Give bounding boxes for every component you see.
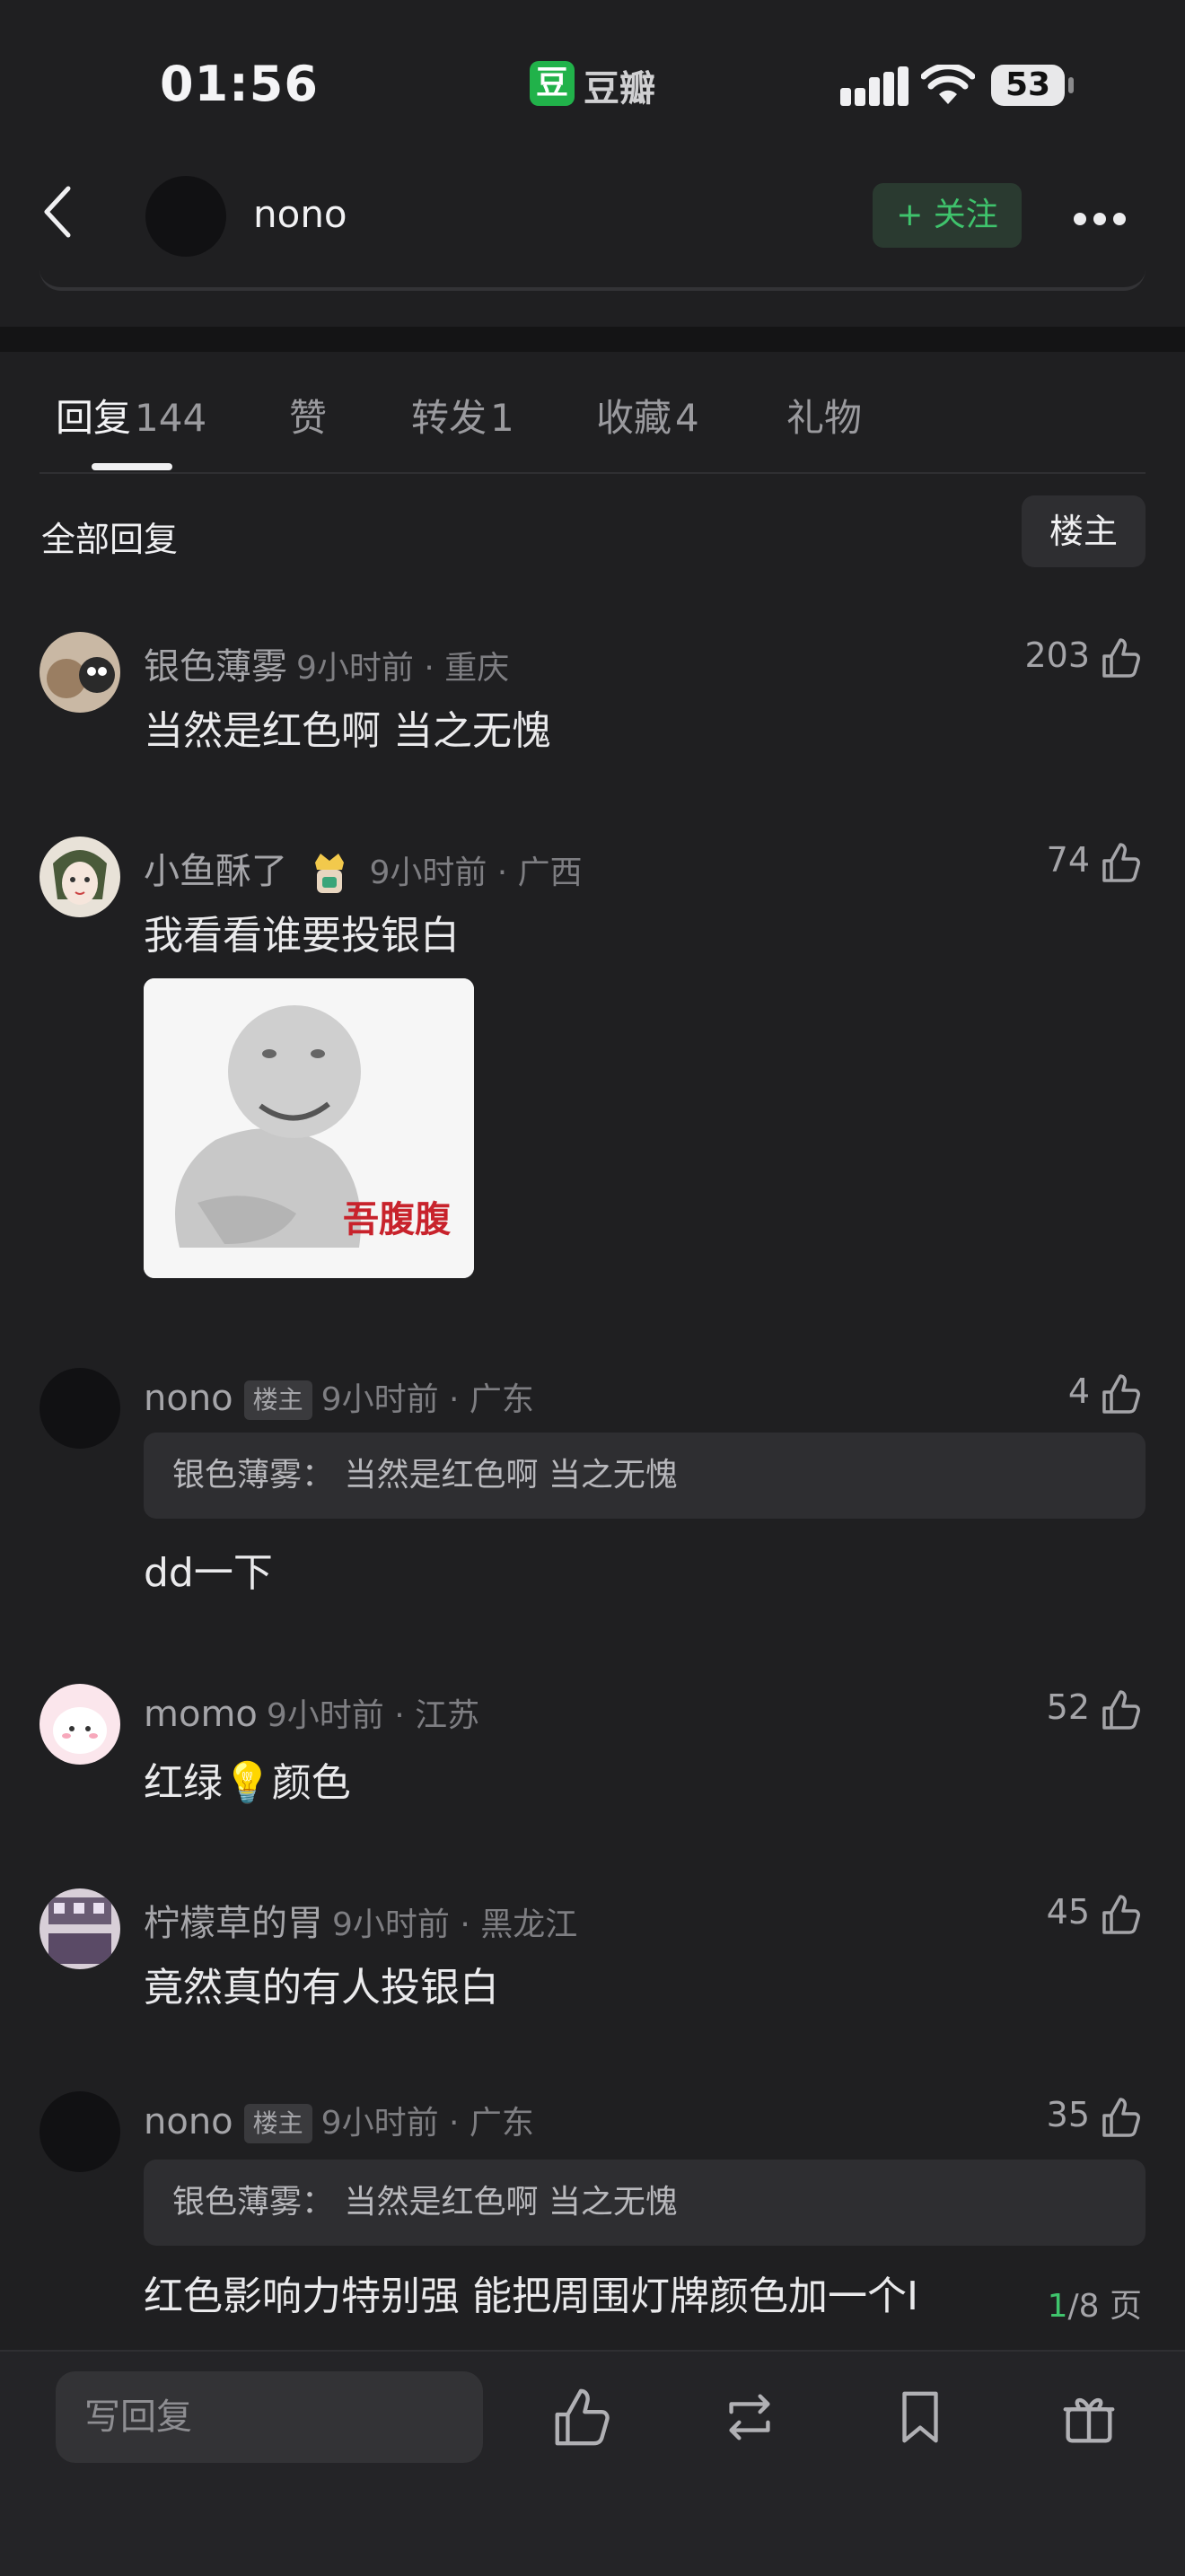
comment-text: 红色影响力特别强 能把周围灯牌颜色加一个Ⅰ xyxy=(144,2274,918,2319)
author-name[interactable]: nono xyxy=(253,192,347,236)
post-card-edge xyxy=(40,269,1146,291)
comment-time-location: 9小时前 · 江苏 xyxy=(266,1697,480,1734)
sticker-image[interactable]: 吾腹腹 xyxy=(144,978,474,1278)
cellular-signal-icon xyxy=(840,66,908,106)
avatar[interactable] xyxy=(40,632,120,713)
comment-time-location: 9小时前 · 黑龙江 xyxy=(332,1906,578,1943)
quoted-reply[interactable]: 银色薄雾： 当然是红色啊 当之无愧 xyxy=(144,1433,1146,1519)
battery-icon: 53 xyxy=(991,65,1065,106)
comment-username[interactable]: 小鱼酥了 xyxy=(144,851,287,892)
gift-icon[interactable] xyxy=(1058,2386,1120,2449)
comment-username[interactable]: 银色薄雾 xyxy=(144,646,287,688)
active-tab-indicator xyxy=(92,463,172,470)
thumbs-up-icon xyxy=(1102,1689,1140,1730)
like-count: 52 xyxy=(1046,1687,1090,1727)
like-count: 45 xyxy=(1046,1892,1090,1932)
avatar[interactable] xyxy=(40,1368,120,1449)
like-control[interactable]: 52 xyxy=(1047,1687,1142,1731)
wifi-icon xyxy=(921,65,975,104)
like-control[interactable]: 45 xyxy=(1047,1892,1142,1936)
op-only-filter-button[interactable]: 楼主 xyxy=(1022,495,1146,567)
comment-username[interactable]: 柠檬草的胃 xyxy=(144,1903,323,1944)
tab-likes[interactable]: 赞 xyxy=(289,388,327,442)
op-badge: 楼主 xyxy=(243,2104,312,2143)
tab-divider xyxy=(40,472,1146,474)
comment-time-location: 9小时前 · 广东 xyxy=(320,1381,534,1418)
avatar[interactable] xyxy=(40,837,120,917)
tab-replies[interactable]: 回复144 xyxy=(56,388,206,442)
section-divider xyxy=(0,327,1185,352)
tab-reshares[interactable]: 转发1 xyxy=(411,388,514,442)
quoted-reply[interactable]: 银色薄雾： 当然是红色啊 当之无愧 xyxy=(144,2160,1146,2246)
thumbs-up-icon xyxy=(1102,1894,1140,1934)
comment-time-location: 9小时前 · 广西 xyxy=(369,854,583,891)
comment-username[interactable]: nono xyxy=(144,1378,233,1419)
back-icon[interactable] xyxy=(40,185,75,239)
like-control[interactable]: 203 xyxy=(1024,635,1142,679)
like-count: 74 xyxy=(1046,840,1090,880)
douban-app-icon: 豆 xyxy=(530,61,575,106)
author-avatar[interactable] xyxy=(145,176,226,257)
page-indicator[interactable]: 1/8 页 xyxy=(1048,2280,1142,2326)
status-app-name: 豆瓣 xyxy=(584,68,655,110)
comment-username[interactable]: nono xyxy=(144,2101,233,2142)
comment-text: dd一下 xyxy=(144,1550,273,1596)
repost-icon[interactable] xyxy=(718,2386,781,2449)
tab-gifts[interactable]: 礼物 xyxy=(786,388,862,442)
thumbs-up-icon xyxy=(1102,842,1140,882)
battery-tip xyxy=(1068,77,1074,93)
like-count: 203 xyxy=(1024,635,1090,675)
comment-time-location: 9小时前 · 广东 xyxy=(320,2105,534,2142)
thumbs-up-icon xyxy=(1102,637,1140,678)
like-count: 4 xyxy=(1067,1371,1090,1411)
sticker-caption: 吾腹腹 xyxy=(343,1199,451,1240)
like-control[interactable]: 74 xyxy=(1047,840,1142,884)
avatar[interactable] xyxy=(40,1888,120,1969)
avatar[interactable] xyxy=(40,1684,120,1765)
reply-input[interactable]: 写回复 xyxy=(56,2371,483,2463)
avatar[interactable] xyxy=(40,2091,120,2172)
bookmark-icon[interactable] xyxy=(889,2386,952,2449)
op-badge: 楼主 xyxy=(243,1380,312,1420)
more-options-icon[interactable] xyxy=(1074,212,1133,229)
comment-text: 竟然真的有人投银白 xyxy=(144,1965,499,2011)
like-post-icon[interactable] xyxy=(549,2386,612,2449)
follow-button[interactable]: + 关注 xyxy=(873,183,1022,248)
comment-text: 当然是红色啊 当之无愧 xyxy=(144,708,551,754)
thumbs-up-icon xyxy=(1102,2097,1140,2137)
thumbs-up-icon xyxy=(1102,1373,1140,1414)
comment-text: 红绿💡颜色 xyxy=(144,1760,351,1806)
like-control[interactable]: 4 xyxy=(1068,1371,1142,1415)
like-control[interactable]: 35 xyxy=(1047,2095,1142,2139)
comment-text: 我看看谁要投银白 xyxy=(144,913,460,959)
tab-collections[interactable]: 收藏4 xyxy=(596,388,699,442)
like-count: 35 xyxy=(1046,2095,1090,2134)
comment-time-location: 9小时前 · 重庆 xyxy=(296,650,510,687)
status-time: 01:56 xyxy=(160,56,319,112)
comment-username[interactable]: momo xyxy=(144,1694,258,1735)
crown-badge-icon xyxy=(314,854,344,893)
all-replies-title: 全部回复 xyxy=(41,520,179,559)
